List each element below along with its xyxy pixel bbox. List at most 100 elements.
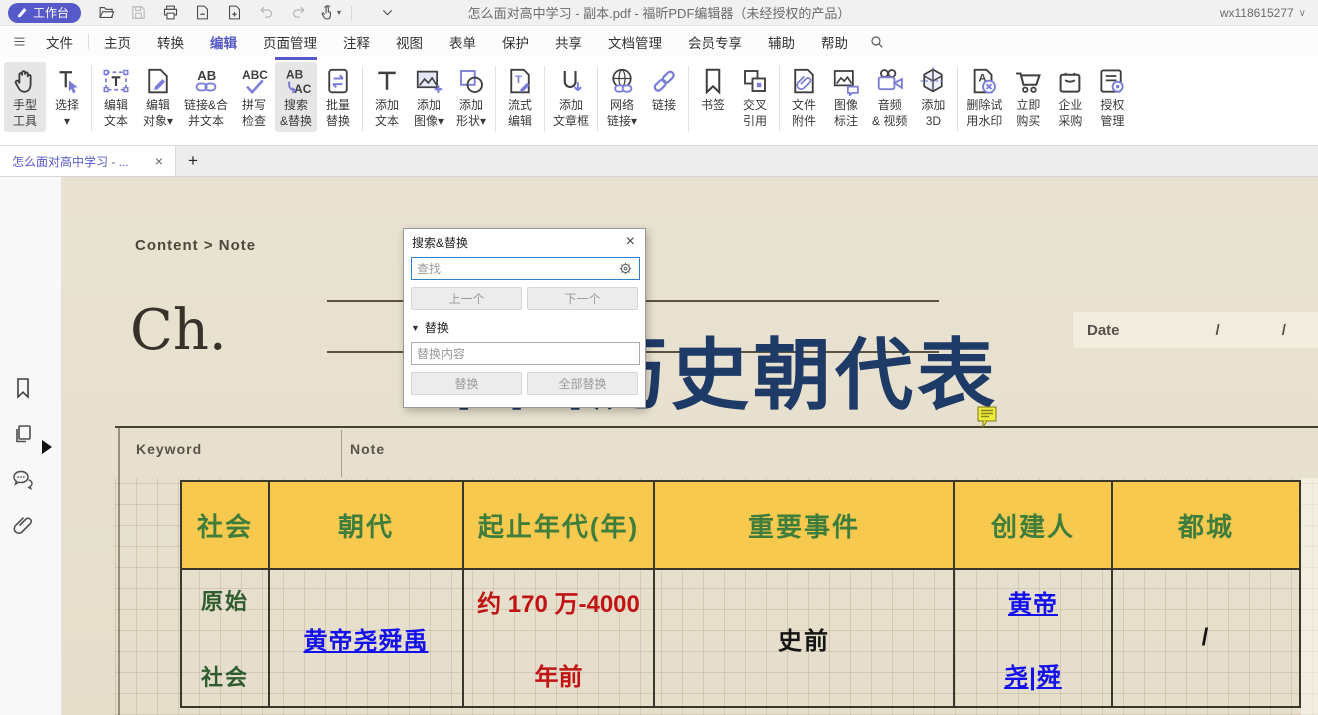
- menu-item-10[interactable]: 文档管理: [595, 26, 675, 57]
- flow-edit-button[interactable]: T流式 编辑: [499, 62, 541, 132]
- tool-label: 拼写 检查: [242, 98, 266, 129]
- next-button[interactable]: 下一个: [527, 287, 638, 310]
- add-3d-button[interactable]: 添加 3D: [912, 62, 954, 132]
- document-tab[interactable]: 怎么面对高中学习 - ... ×: [0, 146, 176, 176]
- menu-item-4[interactable]: 页面管理: [250, 26, 330, 57]
- new-tab-button[interactable]: +: [176, 146, 210, 176]
- replace-input[interactable]: [411, 342, 640, 365]
- dialog-close-icon[interactable]: ×: [624, 234, 637, 250]
- search-settings-gear-icon[interactable]: [618, 261, 633, 276]
- select-cursor-icon: [52, 66, 82, 96]
- enterprise-purchase-button[interactable]: 企业 采购: [1049, 62, 1091, 132]
- hand-tool-button[interactable]: 手型 工具: [4, 62, 46, 132]
- svg-text:T: T: [515, 74, 522, 86]
- link-merge-text-button[interactable]: AB链接&合 并文本: [179, 62, 233, 132]
- menu-item-7[interactable]: 表单: [436, 26, 489, 57]
- edit-object-button[interactable]: 编辑 对象▾: [137, 62, 179, 132]
- bookmark-button[interactable]: 书签: [692, 62, 734, 117]
- svg-text:AB: AB: [197, 68, 216, 83]
- sidebar-attachments-button[interactable]: [11, 513, 35, 537]
- license-manage-button[interactable]: 授权 管理: [1091, 62, 1133, 132]
- tab-close-icon[interactable]: ×: [151, 153, 167, 169]
- expand-panel-handle[interactable]: [40, 439, 54, 455]
- buy-now-button[interactable]: 立即 购买: [1007, 62, 1049, 132]
- svg-text:ABC: ABC: [242, 68, 268, 82]
- dialog-header[interactable]: 搜索&替换 ×: [404, 229, 645, 255]
- link-merge-icon: AB: [191, 66, 221, 96]
- replace-section-toggle[interactable]: ▼ 替换: [411, 319, 638, 336]
- undo-button: [255, 3, 277, 23]
- menu-item-11[interactable]: 会员专享: [675, 26, 755, 57]
- table-link[interactable]: 黄帝: [1008, 584, 1058, 619]
- cross-reference-icon: [740, 66, 770, 96]
- flow-edit-icon: T: [505, 66, 535, 96]
- menu-item-5[interactable]: 注释: [330, 26, 383, 57]
- toolbar-separator: [688, 66, 689, 132]
- add-shape-button[interactable]: 添加 形状▾: [450, 62, 492, 132]
- find-input[interactable]: [411, 257, 640, 280]
- remove-watermark-button[interactable]: A删除试 用水印: [961, 62, 1007, 132]
- menu-item-13[interactable]: 帮助: [808, 26, 861, 57]
- menu-item-12[interactable]: 辅助: [755, 26, 808, 57]
- add-article-box-button[interactable]: 添加 文章框: [548, 62, 594, 132]
- menu-item-9[interactable]: 共享: [542, 26, 595, 57]
- print-button[interactable]: [159, 3, 181, 23]
- search-replace-button[interactable]: ABAC搜索 &替换: [275, 62, 317, 132]
- add-3d-icon: [918, 66, 948, 96]
- tool-label: 添加 形状▾: [456, 98, 486, 129]
- table-link[interactable]: 尧|舜: [1004, 657, 1062, 692]
- touch-mode-button[interactable]: ▾: [319, 3, 341, 23]
- workbench-button[interactable]: 工作台: [8, 3, 81, 23]
- titlebar-separator: [351, 6, 352, 20]
- menu-item-2[interactable]: 转换: [144, 26, 197, 57]
- buy-now-icon: [1013, 66, 1043, 96]
- image-callout-button[interactable]: 图像 标注: [825, 62, 867, 132]
- edit-text-button[interactable]: 编辑 文本: [95, 62, 137, 132]
- add-page-button[interactable]: [223, 3, 245, 23]
- menu-item-3[interactable]: 编辑: [197, 26, 250, 57]
- menu-item-6[interactable]: 视图: [383, 26, 436, 57]
- toolbar-separator: [957, 66, 958, 132]
- sidebar-bookmarks-button[interactable]: [11, 376, 35, 400]
- tool-label: 批量 替换: [326, 98, 350, 129]
- toolbar-separator: [544, 66, 545, 132]
- replace-all-button[interactable]: 全部替换: [527, 372, 638, 395]
- hamburger-icon[interactable]: [12, 34, 27, 49]
- previous-button[interactable]: 上一个: [411, 287, 522, 310]
- table-header-cell: 朝代: [268, 482, 462, 568]
- table-text: 原始: [201, 584, 249, 616]
- add-image-button[interactable]: 添加 图像▾: [408, 62, 450, 132]
- batch-replace-button[interactable]: 批量 替换: [317, 62, 359, 132]
- link-button[interactable]: 链接: [643, 62, 685, 117]
- sticky-note-annotation-icon[interactable]: [977, 406, 997, 428]
- section-divider-line: [115, 426, 1318, 428]
- menu-item-1[interactable]: 主页: [91, 26, 144, 57]
- file-attachment-button[interactable]: 文件 附件: [783, 62, 825, 132]
- add-text-button[interactable]: 添加 文本: [366, 62, 408, 132]
- open-file-button[interactable]: [95, 3, 117, 23]
- menu-item-0[interactable]: 文件: [33, 26, 86, 57]
- replace-button[interactable]: 替换: [411, 372, 522, 395]
- title-bar: 工作台 ▾ 怎么面对高中学习 - 副本.pdf - 福昕PDF编辑器（未经授权的…: [0, 0, 1318, 26]
- dialog-title: 搜索&替换: [412, 234, 624, 251]
- menu-item-8[interactable]: 保护: [489, 26, 542, 57]
- app-window: 工作台 ▾ 怎么面对高中学习 - 副本.pdf - 福昕PDF编辑器（未经授权的…: [0, 0, 1318, 715]
- sidebar-pages-button[interactable]: [11, 422, 35, 446]
- bookmark-icon: [698, 66, 728, 96]
- menu-separator: [88, 34, 89, 49]
- workbench-label: 工作台: [33, 4, 69, 21]
- spell-check-button[interactable]: ABC 拼写 检查: [233, 62, 275, 132]
- table-link[interactable]: 黄帝尧舜禹: [304, 621, 429, 656]
- collapse-toolbar-button[interactable]: [376, 3, 398, 23]
- select-tool-button[interactable]: 选择 ▾: [46, 62, 88, 132]
- delete-page-button[interactable]: [191, 3, 213, 23]
- account-menu[interactable]: wx118615277 ∨: [1220, 0, 1306, 26]
- flow-edit-icon: T: [505, 66, 535, 96]
- sidebar-comments-button[interactable]: [11, 467, 35, 491]
- menu-search-icon[interactable]: [869, 34, 885, 50]
- tool-label: 链接: [652, 98, 676, 114]
- web-link-button[interactable]: 网络 链接▾: [601, 62, 643, 132]
- redo-button: [287, 3, 309, 23]
- cross-reference-button[interactable]: 交叉 引用: [734, 62, 776, 132]
- audio-video-button[interactable]: 音频 & 视频: [867, 62, 912, 132]
